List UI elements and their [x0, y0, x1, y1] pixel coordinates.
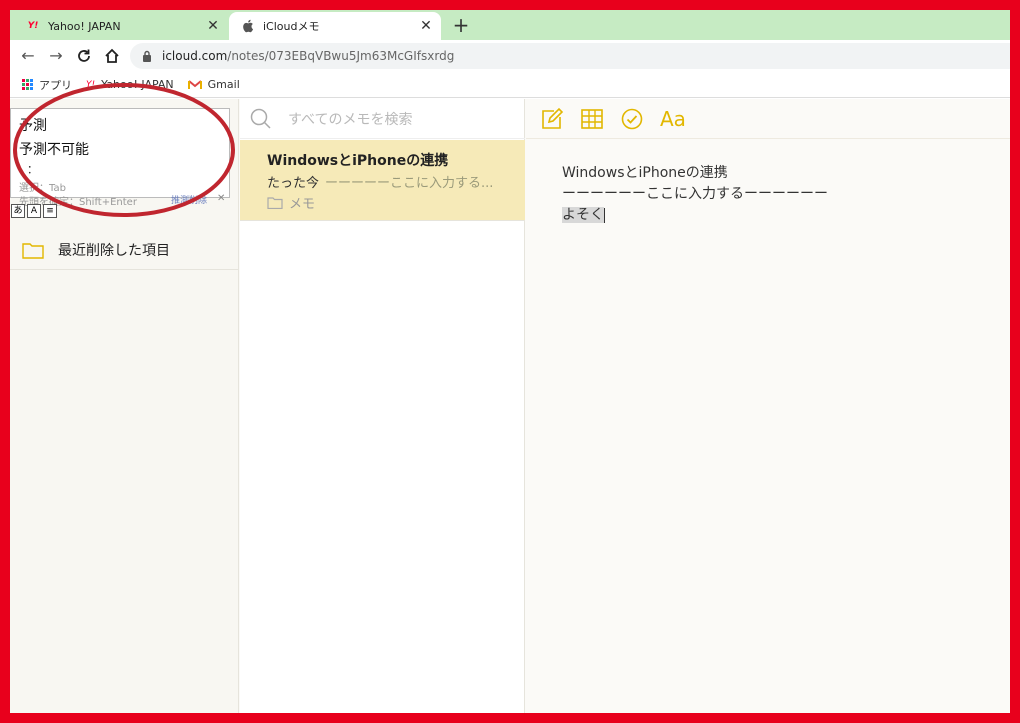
table-icon[interactable]: [580, 107, 604, 131]
search-placeholder: すべてのメモを検索: [288, 111, 413, 128]
tab-yahoo[interactable]: Y! Yahoo! JAPAN ✕: [10, 12, 228, 40]
folder-icon: [267, 197, 283, 209]
note-list: すべてのメモを検索 WindowsとiPhoneの連携 たった今 ーーーーーここに…: [240, 99, 525, 713]
tab-icloud-notes[interactable]: iCloudメモ ✕: [229, 12, 441, 40]
note-body[interactable]: WindowsとiPhoneの連携 ーーーーーーここに入力するーーーーーー よそ…: [562, 163, 828, 226]
close-tab-icon[interactable]: ✕: [415, 18, 437, 34]
note-title: WindowsとiPhoneの連携: [267, 153, 449, 169]
lock-icon: [143, 50, 151, 62]
checklist-icon[interactable]: [620, 107, 644, 131]
tab-strip: Y! Yahoo! JAPAN ✕ iCloudメモ ✕ +: [10, 10, 1010, 40]
folder-label: 最近削除した項目: [58, 242, 170, 259]
search-icon: [250, 108, 271, 129]
text-caret: [604, 207, 605, 223]
search-bar[interactable]: すべてのメモを検索: [240, 99, 525, 139]
format-text-button[interactable]: Aa: [660, 107, 686, 131]
annotation-circle: [13, 83, 235, 217]
apple-favicon-icon: [241, 19, 255, 33]
yahoo-favicon-icon: Y!: [27, 21, 39, 31]
new-tab-icon[interactable]: +: [450, 14, 472, 36]
url-text: icloud.com/notes/073EBqVBwu5Jm63McGIfsxr…: [162, 49, 455, 63]
forward-arrow-icon[interactable]: →: [46, 46, 66, 66]
tab-label: iCloudメモ: [263, 20, 320, 33]
note-line: ーーーーーーここに入力するーーーーーー: [562, 186, 828, 202]
reload-icon[interactable]: [74, 46, 94, 66]
editor-toolbar: Aa: [526, 99, 1010, 139]
home-icon[interactable]: [102, 46, 122, 66]
close-tab-icon[interactable]: ✕: [202, 18, 224, 34]
compose-icon[interactable]: [540, 107, 564, 131]
note-line-composing: よそく: [562, 207, 605, 223]
folder-recently-deleted[interactable]: 最近削除した項目: [10, 230, 239, 270]
note-folder: メモ: [267, 193, 525, 212]
back-arrow-icon[interactable]: ←: [18, 46, 38, 66]
note-editor: Aa WindowsとiPhoneの連携 ーーーーーーここに入力するーーーーーー…: [526, 99, 1010, 713]
address-bar[interactable]: icloud.com/notes/073EBqVBwu5Jm63McGIfsxr…: [130, 43, 1010, 69]
browser-window: Y! Yahoo! JAPAN ✕ iCloudメモ ✕ + ← → iclou…: [10, 10, 1010, 713]
tab-label: Yahoo! JAPAN: [48, 19, 121, 33]
list-item[interactable]: WindowsとiPhoneの連携 たった今 ーーーーーここに入力する... メモ: [240, 140, 525, 221]
folder-icon: [22, 242, 44, 259]
note-meta: たった今 ーーーーーここに入力する...: [267, 176, 494, 191]
note-line: WindowsとiPhoneの連携: [562, 165, 728, 181]
address-toolbar: ← → icloud.com/notes/073EBqVBwu5Jm63McGI…: [10, 40, 1010, 72]
